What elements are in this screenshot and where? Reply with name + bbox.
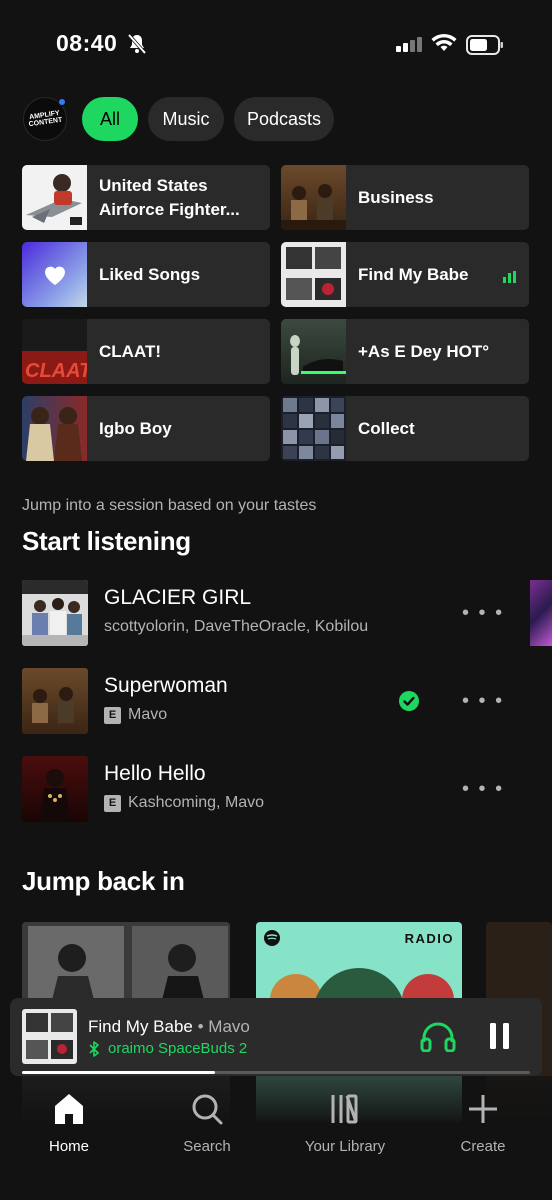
shortcut-tile[interactable]: Liked Songs [22,242,270,307]
now-playing-equalizer-icon [503,270,517,288]
library-icon [331,1094,358,1124]
wifi-icon [431,33,457,58]
filter-chip-podcasts[interactable]: Podcasts [234,97,334,141]
nav-home[interactable]: Home [14,1092,124,1155]
nav-create[interactable]: Create [428,1092,538,1155]
shortcut-label: United States Airforce Fighter... [99,175,240,219]
shortcut-tile[interactable]: Business [281,165,529,230]
nav-library[interactable]: Your Library [290,1092,400,1155]
track-artists-text: scottyolorin, DaveTheOracle, Kobilou [104,618,369,635]
track-row[interactable]: Superwoman E Mavo • • • [22,668,542,734]
section-heading-jump-back-in: Jump back in [22,866,185,896]
track-artists-text: Mavo [128,706,168,723]
nav-label: Create [460,1138,506,1155]
nav-label: Your Library [304,1138,386,1155]
album-art: CLAAT [22,319,93,384]
shortcut-label: Business [358,187,434,207]
track-row[interactable]: Hello Hello E Kashcoming, Mavo • • • [22,756,542,822]
mini-player[interactable]: Find My Babe • Mavo oraimo SpaceBuds 2 [10,998,542,1076]
home-icon [55,1094,83,1124]
profile-avatar[interactable]: AMPLIFY CONTENT [23,97,67,141]
nav-label: Home [48,1138,89,1155]
heart-icon [44,266,65,285]
shortcut-label: CLAAT! [99,341,161,361]
bottom-nav: Home Search Your Library Create [0,1076,552,1200]
more-options-icon[interactable]: • • • [462,690,504,713]
album-art [281,319,346,384]
album-art [281,242,346,307]
album-art [281,396,346,461]
shortcut-label: Find My Babe [358,264,469,284]
track-artists: E Kashcoming, Mavo [104,794,264,812]
now-playing-separator: • [192,1017,209,1036]
status-bar: 08:40 [0,0,552,90]
track-title: Hello Hello [104,762,206,785]
device-name: oraimo SpaceBuds 2 [108,1040,248,1057]
shortcut-tile[interactable]: CLAAT CLAAT! [22,319,270,384]
explicit-badge: E [104,794,121,812]
status-time: 08:40 [56,30,118,56]
radio-badge: RADIO [404,931,454,946]
connected-device[interactable]: oraimo SpaceBuds 2 [88,1040,247,1057]
shortcut-label: +As E Dey HOT° [358,341,490,361]
shortcut-tile[interactable]: Find My Babe [281,242,529,307]
track-artists: scottyolorin, DaveTheOracle, Kobilou [104,618,368,636]
explicit-badge: E [104,706,121,724]
album-art [22,1009,77,1064]
playback-progress-fill [22,1071,216,1074]
bluetooth-icon [89,1040,99,1057]
next-card-peek[interactable] [530,580,552,646]
plus-icon [469,1095,497,1123]
downloaded-check-icon [398,690,420,717]
album-art [22,580,88,646]
album-art [22,165,87,230]
headphones-device-icon[interactable] [420,1020,456,1057]
shortcut-label: Collect [358,418,415,438]
pause-button[interactable] [488,1022,512,1055]
album-art [22,756,88,822]
shortcut-label: Liked Songs [99,264,201,284]
filter-chip-music[interactable]: Music [148,97,224,141]
now-playing-artist: Mavo [208,1017,250,1036]
battery-icon [466,35,504,60]
cellular-signal-icon [396,36,424,57]
filter-chip-all[interactable]: All [82,97,138,141]
pause-icon [490,1023,509,1049]
nav-search[interactable]: Search [152,1092,262,1155]
track-title: Superwoman [104,674,228,697]
album-art [281,165,346,230]
more-options-icon[interactable]: • • • [462,602,504,625]
svg-text:CLAAT: CLAAT [25,360,87,382]
search-icon [192,1094,223,1125]
notification-dot [57,97,67,107]
album-art [22,668,88,734]
shortcut-tile[interactable]: United States Airforce Fighter... [22,165,270,230]
track-artists-text: Kashcoming, Mavo [128,794,265,811]
shortcut-tile[interactable]: +As E Dey HOT° [281,319,529,384]
shortcut-tile[interactable]: Collect [281,396,529,461]
now-playing-song: Find My Babe [88,1017,193,1036]
playback-progress[interactable] [22,1071,530,1074]
now-playing-title: Find My Babe • Mavo [88,1017,250,1037]
nav-label: Search [183,1138,231,1155]
track-artists: E Mavo [104,706,167,724]
profile-logo-text: AMPLIFY CONTENT [28,109,63,129]
track-title: GLACIER GIRL [104,586,252,609]
section-heading-start-listening: Start listening [22,526,191,556]
shortcut-tile[interactable]: Igbo Boy [22,396,270,461]
shortcut-label: Igbo Boy [99,418,172,438]
album-art [22,396,87,461]
liked-songs-art [22,242,87,307]
bell-muted-icon [127,33,147,60]
section-subheading: Jump into a session based on your tastes [22,497,317,514]
more-options-icon[interactable]: • • • [462,778,504,801]
track-row[interactable]: GLACIER GIRL scottyolorin, DaveTheOracle… [22,580,542,646]
